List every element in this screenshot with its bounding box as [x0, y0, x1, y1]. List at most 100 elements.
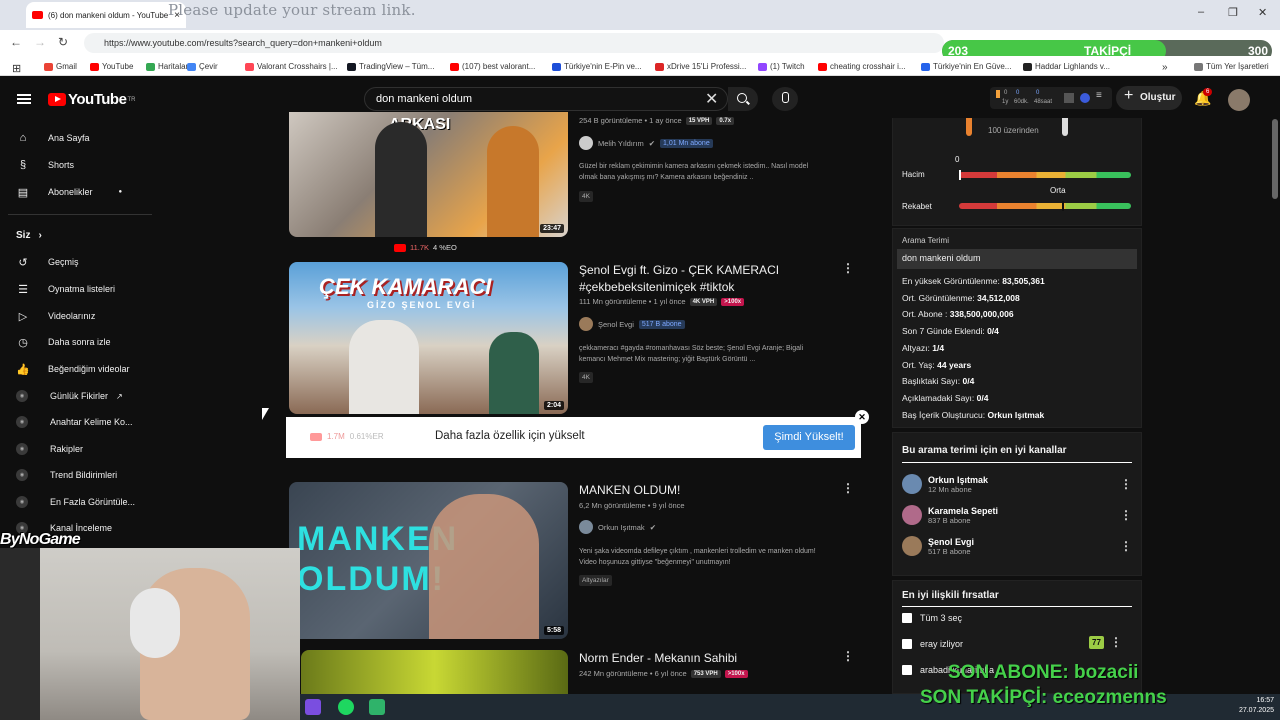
bookmark-item[interactable]: TradingView – Tüm... — [347, 62, 434, 71]
create-button[interactable]: Oluştur — [1116, 86, 1182, 110]
sidebar-item-competitors[interactable]: ◉ Rakipler — [16, 439, 83, 459]
more-options-icon[interactable]: ⋮ — [842, 649, 854, 663]
checkbox[interactable] — [902, 613, 912, 623]
search-term-header: Arama Terimi — [902, 236, 949, 245]
sidebar-item-your-videos[interactable]: ▷ Videolarınız — [16, 306, 96, 326]
sidebar-item-liked[interactable]: 👍 Beğendiğim videolar — [16, 359, 129, 379]
spotify-icon[interactable] — [338, 699, 354, 715]
bookmark-item[interactable]: Türkiye'nin En Güve... — [921, 62, 1011, 71]
bookmark-favicon-icon — [245, 62, 254, 71]
checkbox[interactable] — [902, 665, 912, 675]
app-taskbar-icon[interactable] — [369, 699, 385, 715]
video-title[interactable]: Şenol Evgi ft. Gizo - ÇEK KAMERACI #çekb… — [579, 262, 779, 296]
mic-icon[interactable] — [772, 87, 798, 111]
bookmark-favicon-icon — [146, 62, 155, 71]
video-thumbnail[interactable]: MANKEN OLDUM! 5:58 — [289, 482, 568, 639]
sidebar-divider — [8, 214, 152, 215]
video-thumbnail[interactable]: ARKASI 23:47 — [289, 112, 568, 237]
bookmark-item[interactable]: Valorant Crosshairs |... — [245, 62, 338, 71]
sidebar-item-trend-alerts[interactable]: ◉ Trend Bildirimleri — [16, 465, 117, 485]
bookmark-favicon-icon — [90, 62, 99, 71]
webcam-overlay — [0, 548, 300, 720]
sidebar-item-most-viewed[interactable]: ◉ En Fazla Görüntüle... — [16, 492, 135, 512]
channel-row[interactable]: Orkun Işıtmak ✔ — [579, 520, 656, 534]
opportunity-row[interactable]: Tüm 3 seç — [902, 613, 962, 623]
extension-stats-widget[interactable]: 0 0 0 1y 60dk. 48saat ≡ — [990, 87, 1112, 109]
system-clock: 16:57 27.07.2025 — [1238, 697, 1274, 714]
history-icon: ↺ — [18, 256, 28, 269]
close-banner-icon[interactable]: ✕ — [855, 410, 869, 424]
more-options-icon[interactable]: ⋮ — [1120, 539, 1132, 553]
tool-icon: ◉ — [16, 443, 28, 455]
bookmark-item[interactable]: Haddar Lighlands v... — [1023, 62, 1110, 71]
headphones-icon — [130, 588, 180, 658]
bookmark-item[interactable]: Haritalar — [146, 62, 188, 71]
channel-row[interactable]: Şenol Evgi 517 B abone — [579, 317, 685, 331]
upgrade-button[interactable]: Şimdi Yükselt! — [763, 425, 855, 450]
bookmark-item[interactable]: Çevir — [187, 62, 218, 71]
sidebar-you-header[interactable]: Siz › — [16, 225, 42, 245]
sidebar-item-home[interactable]: ⌂ Ana Sayfa — [16, 128, 90, 148]
sidebar-item-watch-later[interactable]: ◷ Daha sonra izle — [16, 332, 110, 352]
more-options-icon[interactable]: ⋮ — [1120, 508, 1132, 522]
sidebar-item-playlists[interactable]: ☰ Oynatma listeleri — [16, 279, 115, 299]
tool-icon: ◉ — [16, 496, 28, 508]
gauge-needle-icon — [966, 118, 972, 136]
url-input[interactable]: https://www.youtube.com/results?search_q… — [84, 33, 944, 53]
clear-search-icon[interactable]: ✕ — [705, 89, 718, 109]
competition-marker — [1062, 201, 1065, 211]
avatar[interactable] — [1228, 89, 1250, 111]
video-thumbnail[interactable]: ÇEK KAMARACI GİZO ŞENOL EVGİ 2:04 — [289, 262, 568, 414]
all-bookmarks[interactable]: Tüm Yer İşaretleri — [1194, 62, 1269, 71]
search-input[interactable]: don mankeni oldum ✕ — [364, 87, 728, 111]
opportunity-row[interactable]: eray izliyor — [902, 639, 963, 649]
more-options-icon[interactable]: ⋮ — [1110, 635, 1122, 649]
volume-label: Hacim — [902, 170, 925, 179]
forward-icon[interactable]: → — [34, 35, 46, 49]
bookmark-favicon-icon — [187, 62, 196, 71]
sidebar-item-shorts[interactable]: § Shorts — [16, 155, 74, 175]
bookmark-favicon-icon — [450, 62, 459, 71]
more-options-icon[interactable]: ⋮ — [1120, 477, 1132, 491]
top-channel-row[interactable]: Şenol Evgi 517 B abone — [902, 536, 974, 556]
video-title[interactable]: Norm Ender - Mekanın Sahibi — [579, 650, 737, 667]
video-title[interactable]: MANKEN OLDUM! — [579, 482, 680, 499]
channel-avatar — [902, 505, 922, 525]
minimize-icon[interactable]: – — [1198, 6, 1204, 18]
sidebar-item-subscriptions[interactable]: ▤ Abonelikler ● — [16, 182, 122, 202]
window-close-icon[interactable]: ✕ — [1258, 6, 1267, 19]
browser-tab-youtube[interactable]: (6) don mankeni oldum - YouTube × — [26, 2, 186, 28]
more-bookmarks-icon[interactable]: » — [1162, 62, 1168, 73]
video-thumbnail[interactable] — [301, 650, 568, 694]
browser-tab-bar: (6) don mankeni oldum - YouTube × Please… — [0, 0, 1280, 30]
maximize-icon[interactable]: ❐ — [1228, 6, 1238, 19]
top-channel-row[interactable]: Karamela Sepeti 837 B abone — [902, 505, 998, 525]
app-taskbar-icon[interactable] — [305, 699, 321, 715]
clock-icon: ◷ — [18, 336, 28, 349]
channel-row[interactable]: Melih Yıldırım ✔ 1,01 Mn abone — [579, 136, 713, 150]
thumbnail-person — [489, 332, 539, 414]
video-description: Güzel bir reklam çekimimin kamera arkası… — [579, 163, 809, 181]
reload-icon[interactable]: ↻ — [58, 35, 68, 49]
more-options-icon[interactable]: ⋮ — [842, 261, 854, 275]
bookmark-item[interactable]: (107) best valorant... — [450, 62, 535, 71]
back-icon[interactable]: ← — [10, 35, 22, 49]
bookmark-item[interactable]: YouTube — [90, 62, 133, 71]
bookmark-item[interactable]: xDrive 15'Li Professi... — [655, 62, 746, 71]
bookmark-item[interactable]: Türkiye'nin E-Pin ve... — [552, 62, 642, 71]
channel-avatar — [579, 136, 593, 150]
more-options-icon[interactable]: ⋮ — [842, 481, 854, 495]
bookmark-item[interactable]: Gmail — [44, 62, 77, 71]
sidebar-item-daily-ideas[interactable]: ◉ Günlük Fikirler ↗ — [16, 386, 123, 406]
youtube-logo[interactable]: YouTube TR — [48, 91, 135, 108]
apps-grid-icon[interactable]: ⊞ — [12, 62, 21, 75]
sidebar-item-keyword[interactable]: ◉ Anahtar Kelime Ko... — [16, 412, 133, 432]
sidebar-item-history[interactable]: ↺ Geçmiş — [16, 252, 78, 272]
bookmark-item[interactable]: (1) Twitch — [758, 62, 805, 71]
top-channel-row[interactable]: Orkun Işıtmak 12 Mn abone — [902, 474, 988, 494]
page-scrollbar[interactable] — [1272, 119, 1278, 199]
menu-icon[interactable] — [17, 94, 31, 104]
search-button[interactable] — [728, 87, 758, 111]
checkbox[interactable] — [902, 639, 912, 649]
bookmark-item[interactable]: cheating crosshair i... — [818, 62, 906, 71]
